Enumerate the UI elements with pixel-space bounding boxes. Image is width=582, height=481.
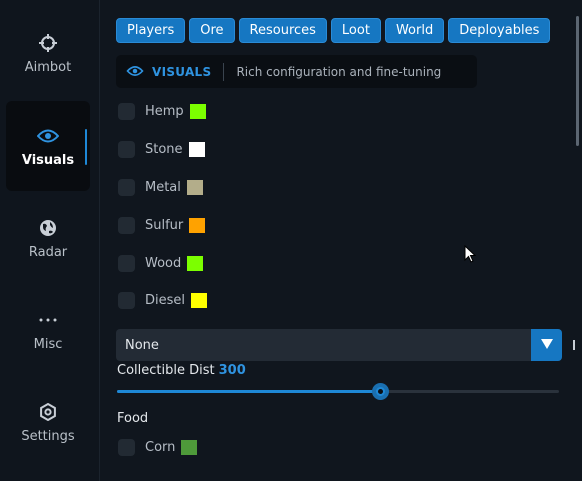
tab-world[interactable]: World xyxy=(384,18,445,43)
section-description: Rich configuration and fine-tuning xyxy=(236,64,442,79)
mouse-cursor-icon xyxy=(464,244,477,267)
gear-icon xyxy=(37,401,59,423)
nav-radar[interactable]: Radar xyxy=(6,193,90,283)
collectible-dist-slider[interactable] xyxy=(117,383,559,400)
resource-label: Stone xyxy=(145,141,183,157)
resource-label: Diesel xyxy=(145,292,186,308)
nav-aimbot-label: Aimbot xyxy=(24,59,72,75)
hemp-checkbox[interactable] xyxy=(118,102,135,120)
mode-dropdown[interactable]: None xyxy=(116,329,562,361)
tab-resources[interactable]: Resources xyxy=(238,18,327,43)
nav-aimbot[interactable]: Aimbot xyxy=(6,8,90,98)
resource-label: Hemp xyxy=(145,103,184,119)
slider-thumb[interactable] xyxy=(372,383,389,400)
main-panel: Players Ore Resources Loot World Deploya… xyxy=(100,0,582,481)
section-header: VISUALS Rich configuration and fine-tuni… xyxy=(116,55,477,88)
food-section-title: Food xyxy=(117,411,149,426)
nav-visuals-label: Visuals xyxy=(21,152,75,168)
food-row-corn: Corn xyxy=(118,437,198,457)
collectible-dist-value: 300 xyxy=(218,363,246,378)
tab-deployables[interactable]: Deployables xyxy=(448,18,551,43)
resource-label: Sulfur xyxy=(145,217,184,233)
metal-color-swatch[interactable] xyxy=(186,179,203,195)
corn-checkbox[interactable] xyxy=(118,438,135,456)
active-indicator xyxy=(85,129,87,165)
stone-checkbox[interactable] xyxy=(118,140,135,158)
diesel-color-swatch[interactable] xyxy=(191,292,208,308)
crosshair-icon xyxy=(37,32,59,54)
slider-label: Collectible Dist 300 xyxy=(117,363,246,378)
caret-down-icon xyxy=(540,338,553,353)
nav-misc[interactable]: Misc xyxy=(6,285,90,375)
collectible-dist-label: Collectible Dist xyxy=(117,363,215,378)
nav-settings-label: Settings xyxy=(21,428,75,444)
sidebar: Aimbot Visuals Radar Misc Settings xyxy=(0,0,100,481)
dropdown-side-marker xyxy=(573,340,575,350)
resource-row-diesel: Diesel xyxy=(118,290,208,310)
tab-players[interactable]: Players xyxy=(116,18,186,43)
resource-row-stone: Stone xyxy=(118,139,205,159)
dropdown-toggle-button[interactable] xyxy=(531,329,562,361)
eye-icon xyxy=(126,62,144,81)
section-title: VISUALS xyxy=(152,64,212,79)
resource-row-metal: Metal xyxy=(118,177,203,197)
dropdown-value: None xyxy=(125,337,159,353)
stone-color-swatch[interactable] xyxy=(188,141,205,157)
resource-label: Metal xyxy=(145,179,181,195)
food-label: Corn xyxy=(145,439,176,455)
resource-row-hemp: Hemp xyxy=(118,101,206,121)
tab-loot[interactable]: Loot xyxy=(330,18,381,43)
globe-icon xyxy=(37,217,59,239)
eye-icon xyxy=(37,125,59,147)
sulfur-checkbox[interactable] xyxy=(118,216,135,234)
metal-checkbox[interactable] xyxy=(118,178,135,196)
header-divider xyxy=(223,62,225,81)
wood-color-swatch[interactable] xyxy=(187,255,204,271)
tab-ore[interactable]: Ore xyxy=(189,18,235,43)
nav-misc-label: Misc xyxy=(33,336,63,352)
nav-radar-label: Radar xyxy=(28,244,68,260)
hemp-color-swatch[interactable] xyxy=(189,103,206,119)
diesel-checkbox[interactable] xyxy=(118,291,135,309)
wood-checkbox[interactable] xyxy=(118,254,135,272)
scrollbar-thumb[interactable] xyxy=(576,16,579,146)
nav-settings[interactable]: Settings xyxy=(6,377,90,467)
resource-row-sulfur: Sulfur xyxy=(118,215,206,235)
more-dots-icon xyxy=(37,309,59,331)
sulfur-color-swatch[interactable] xyxy=(189,217,206,233)
scrollbar[interactable] xyxy=(575,0,580,150)
slider-fill xyxy=(117,390,380,393)
category-tabs: Players Ore Resources Loot World Deploya… xyxy=(116,18,551,43)
resource-label: Wood xyxy=(145,255,182,271)
nav-visuals[interactable]: Visuals xyxy=(6,101,90,191)
resource-row-wood: Wood xyxy=(118,253,204,273)
corn-color-swatch[interactable] xyxy=(181,439,198,455)
